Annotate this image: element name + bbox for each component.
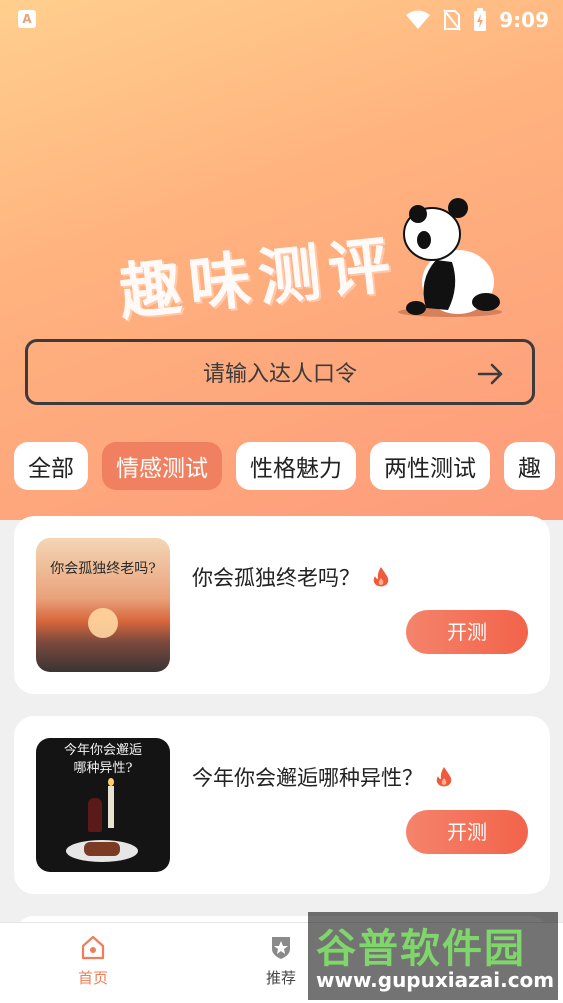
status-bar: A 9:09 — [0, 0, 563, 40]
tab-personality[interactable]: 性格魅力 — [236, 442, 356, 490]
watermark-title: 谷普软件园 — [316, 926, 526, 972]
arrow-right-icon[interactable] — [476, 360, 504, 388]
quiz-thumbnail: 今年你会邂逅 哪种异性? — [36, 738, 170, 872]
site-watermark: 谷普软件园 www.gupuxiazai.com — [308, 912, 558, 1000]
wifi-icon — [406, 10, 431, 29]
quiz-thumbnail: 你会孤独终老吗? — [36, 538, 170, 672]
clock: 9:09 — [499, 8, 549, 32]
search-placeholder: 请输入达人口令 — [202, 362, 357, 387]
quiz-title: 你会孤独终老吗？ — [192, 566, 360, 590]
battery-charging-icon — [474, 8, 487, 31]
no-sim-icon — [443, 9, 462, 31]
thumbnail-caption-line1: 今年你会邂逅 — [63, 743, 142, 758]
tab-fun[interactable]: 趣 — [504, 442, 555, 490]
tab-all[interactable]: 全部 — [14, 442, 88, 490]
nav-home[interactable]: 首页 — [48, 933, 138, 988]
home-icon — [81, 935, 105, 960]
nav-home-label: 首页 — [77, 969, 108, 987]
hero-banner: 趣味测评 — [0, 170, 563, 330]
quiz-title-row: 你会孤独终老吗？ — [192, 562, 392, 592]
quiz-title: 今年你会邂逅哪种异性？ — [192, 766, 423, 790]
category-tabs: 全部 情感测试 性格魅力 两性测试 趣 — [14, 442, 563, 492]
hero-title: 趣味测评 — [115, 227, 402, 330]
thumbnail-caption: 你会孤独终老吗? — [50, 561, 156, 577]
code-input-box[interactable]: 请输入达人口令 — [25, 339, 535, 405]
start-quiz-button[interactable]: 开测 — [406, 810, 528, 854]
start-quiz-button[interactable]: 开测 — [406, 610, 528, 654]
quiz-card[interactable]: 今年你会邂逅 哪种异性? 今年你会邂逅哪种异性？ 开测 — [14, 716, 550, 894]
quiz-card[interactable]: 你会孤独终老吗? 你会孤独终老吗？ 开测 — [14, 516, 550, 694]
tab-gender[interactable]: 两性测试 — [370, 442, 490, 490]
flame-icon — [373, 567, 389, 587]
tab-emotion[interactable]: 情感测试 — [102, 442, 222, 490]
thumbnail-caption-line2: 哪种异性? — [73, 761, 133, 776]
status-icons: 9:09 — [405, 6, 549, 34]
app-notification-icon: A — [18, 10, 36, 28]
flame-icon — [436, 767, 452, 787]
badge-icon — [272, 937, 290, 959]
panda-illustration — [398, 198, 502, 317]
watermark-url: www.gupuxiazai.com — [316, 968, 555, 992]
quiz-title-row: 今年你会邂逅哪种异性？ — [192, 762, 455, 792]
